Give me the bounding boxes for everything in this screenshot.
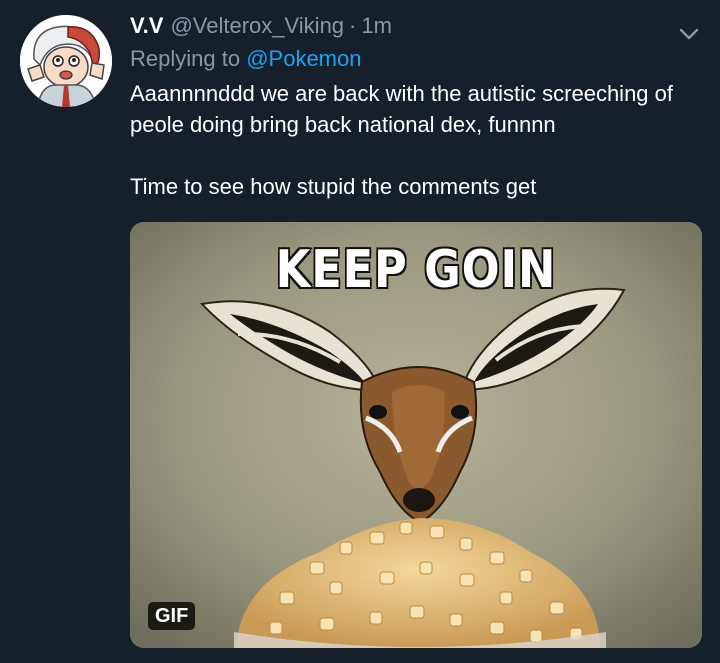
tweet-body: V.V @Velterox_Viking · 1m Replying to @P… bbox=[130, 10, 702, 202]
gif-caption: KEEP GOIN bbox=[275, 239, 557, 302]
tweet: V.V @Velterox_Viking · 1m Replying to @P… bbox=[0, 0, 720, 663]
avatar-image bbox=[20, 15, 112, 107]
reply-mention-link[interactable]: @Pokemon bbox=[246, 46, 361, 71]
tweet-text: Aaannnnddd we are back with the autistic… bbox=[130, 78, 702, 202]
tweet-text-paragraph-1: Aaannnnddd we are back with the autistic… bbox=[130, 81, 673, 137]
display-name[interactable]: V.V bbox=[130, 10, 163, 42]
user-handle[interactable]: @Velterox_Viking bbox=[170, 10, 344, 42]
gif-media[interactable]: KEEP GOIN GIF bbox=[130, 222, 702, 648]
reply-prefix: Replying to bbox=[130, 46, 241, 71]
timestamp[interactable]: 1m bbox=[361, 10, 392, 42]
chevron-down-icon[interactable] bbox=[676, 24, 702, 44]
tweet-text-paragraph-2: Time to see how stupid the comments get bbox=[130, 174, 537, 199]
reply-context: Replying to @Pokemon bbox=[130, 44, 702, 74]
gif-badge: GIF bbox=[148, 602, 196, 630]
separator-dot: · bbox=[349, 13, 357, 38]
tweet-header: V.V @Velterox_Viking · 1m bbox=[130, 10, 702, 42]
avatar[interactable] bbox=[20, 15, 112, 107]
